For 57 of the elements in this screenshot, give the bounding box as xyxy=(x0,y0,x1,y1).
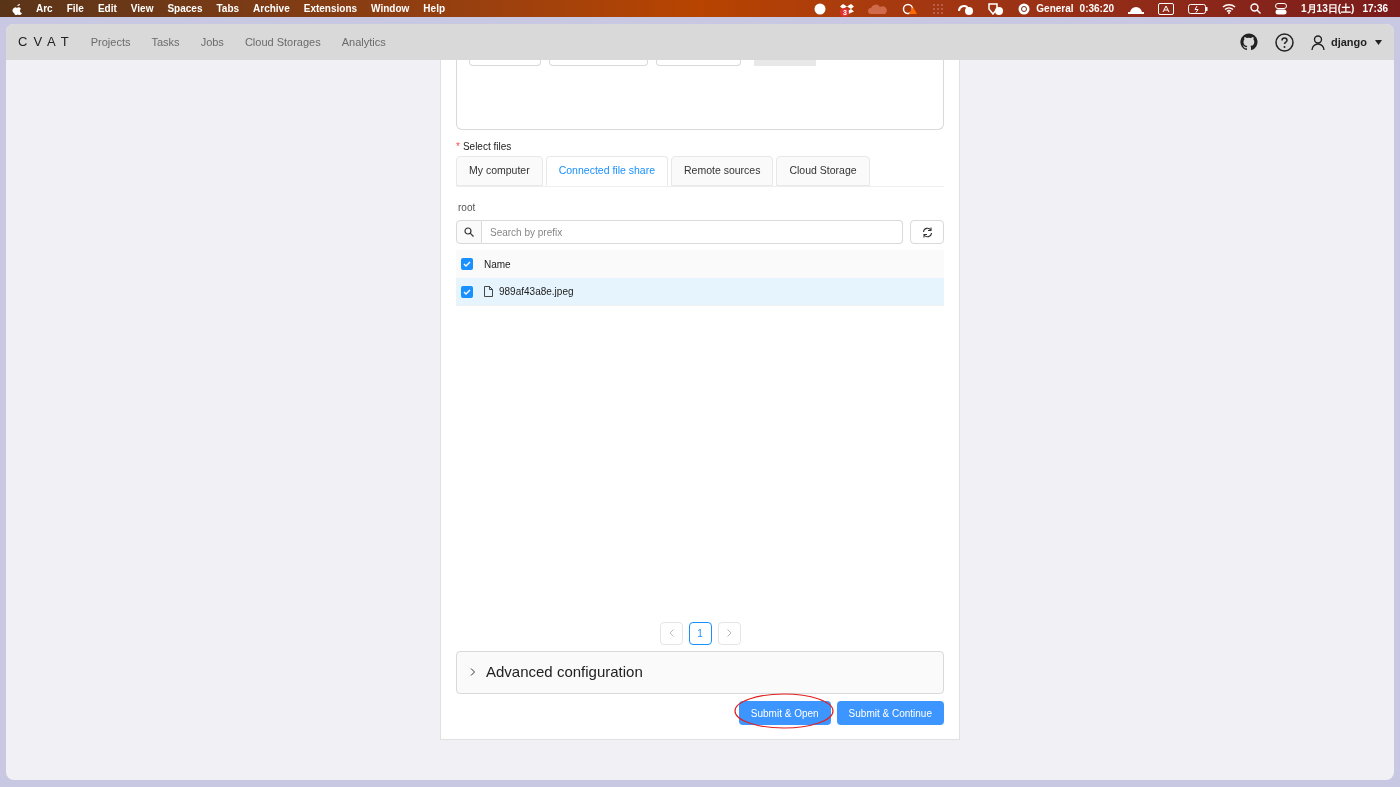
menu-item[interactable]: Window xyxy=(371,1,410,16)
battery-icon[interactable] xyxy=(1188,3,1209,14)
user-icon[interactable] xyxy=(1310,34,1325,50)
keyboard-a-icon[interactable] xyxy=(1158,2,1175,15)
caret-down-icon[interactable] xyxy=(1375,39,1382,45)
timer-icon[interactable] xyxy=(1018,2,1031,15)
menu-item[interactable]: Edit xyxy=(97,1,117,16)
nav-link[interactable]: Cloud Storages xyxy=(244,33,321,51)
folder-path: root xyxy=(457,201,477,215)
panel-title: Advanced configuration xyxy=(486,661,643,682)
menu-item[interactable]: Help xyxy=(423,1,445,16)
help-icon[interactable] xyxy=(1274,32,1294,52)
refresh-button[interactable] xyxy=(910,220,944,244)
user-menu[interactable]: django xyxy=(1330,33,1367,51)
menu-clock[interactable]: 17:36 xyxy=(1362,1,1388,16)
file-name: 989af43a8e.jpeg xyxy=(499,285,574,299)
menu-date[interactable]: 1月13日(土) xyxy=(1301,1,1355,16)
checkbox[interactable] xyxy=(461,285,473,298)
nav-link[interactable]: Tasks xyxy=(151,33,180,51)
next-page-icon xyxy=(726,629,732,637)
tab[interactable]: My computer xyxy=(456,156,543,186)
advanced-configuration-panel[interactable]: Advanced configuration xyxy=(456,650,944,694)
file-row[interactable]: 989af43a8e.jpeg xyxy=(456,278,944,306)
app-menu[interactable]: Arc xyxy=(36,1,53,16)
nav-link[interactable]: Projects xyxy=(90,33,131,51)
required-mark: * xyxy=(456,140,460,154)
cvat-logo[interactable]: CVAT xyxy=(18,32,75,52)
checkbox[interactable] xyxy=(461,258,473,270)
timer-text: 0:36:20 xyxy=(1079,2,1115,16)
shield-info-icon[interactable] xyxy=(988,2,1005,15)
menu-item[interactable]: Archive xyxy=(253,1,290,16)
menu-item[interactable]: Spaces xyxy=(167,1,203,16)
menu-item[interactable]: View xyxy=(130,1,154,16)
refresh-icon xyxy=(921,226,933,238)
apple-logo-icon[interactable] xyxy=(12,2,22,15)
info-badge-icon[interactable] xyxy=(958,2,975,15)
file-icon xyxy=(484,286,493,297)
menu-item[interactable]: Extensions xyxy=(303,1,358,16)
control-center-icon[interactable] xyxy=(1275,2,1288,15)
nav-link[interactable]: Analytics xyxy=(341,33,386,51)
previous-page-icon xyxy=(668,629,674,637)
focus-label[interactable]: General xyxy=(1036,1,1074,16)
menu-item[interactable]: File xyxy=(66,1,84,16)
column-header: Name xyxy=(484,257,511,272)
menu-item[interactable]: Tabs xyxy=(216,1,240,16)
search-icon xyxy=(464,227,474,237)
warning-badge-icon[interactable] xyxy=(902,2,919,15)
search-icon[interactable] xyxy=(1250,3,1262,14)
tab[interactable]: Remote sources xyxy=(671,156,774,186)
field-label: Select files xyxy=(462,140,512,154)
tab[interactable]: Cloud Storage xyxy=(776,156,870,186)
wifi-icon[interactable] xyxy=(1222,3,1237,14)
github-icon[interactable] xyxy=(1239,33,1258,51)
chevron-right-icon xyxy=(470,668,476,676)
search-field[interactable]: Search by prefix xyxy=(482,220,903,244)
nav-link[interactable]: Jobs xyxy=(200,33,224,51)
circle-icon[interactable] xyxy=(814,2,827,15)
